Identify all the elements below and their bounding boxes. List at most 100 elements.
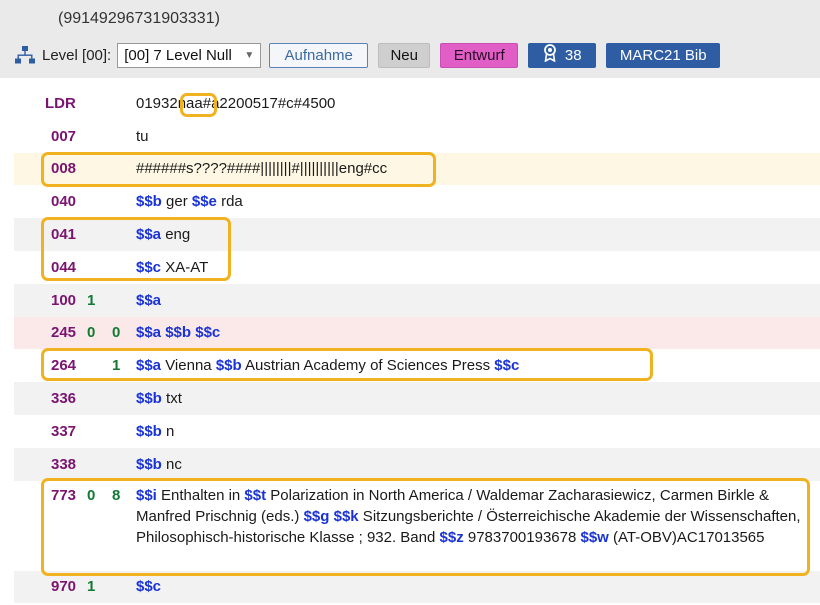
field-content[interactable]: $$c <box>136 578 161 595</box>
subfield-code: $$k <box>333 507 359 525</box>
marc-row-041[interactable]: 041 $$a eng <box>14 218 820 251</box>
marc-row-245[interactable]: 245 0 0 $$a $$b $$c <box>14 316 820 350</box>
field-tag: 773 <box>51 486 77 504</box>
marc-row-336[interactable]: 336 $$b txt <box>14 382 820 415</box>
field-content[interactable]: tu <box>136 128 149 145</box>
subfield-value: Enthalten in <box>156 486 245 504</box>
level-label: Level [00]: <box>42 46 112 64</box>
subfield-value: tu <box>136 127 149 145</box>
field-content[interactable]: $$a $$b $$c <box>136 324 220 341</box>
subfield-value: ger <box>161 193 192 211</box>
entwurf-button[interactable]: Entwurf <box>440 42 519 68</box>
record-header: (99149296731903331) Level [00]: [00] 7 L… <box>0 0 820 78</box>
subfield-value: 9783700193678 <box>463 528 581 546</box>
field-tag: 336 <box>51 390 77 408</box>
subfield-code: $$i <box>136 486 157 504</box>
field-tag: 041 <box>51 226 77 244</box>
field-content[interactable]: 01932naa#a2200517#c#4500 <box>136 95 335 112</box>
marc-row-008[interactable]: 008 ######s????####||||||||#||||||||||en… <box>14 152 820 186</box>
marc-row-970[interactable]: 970 1 $$c <box>14 570 820 604</box>
marc-row-264[interactable]: 264 1 $$a Vienna $$b Austrian Academy of… <box>14 349 820 382</box>
subfield-value: txt <box>161 390 182 408</box>
field-tag: LDR <box>45 94 76 112</box>
field-tag: 970 <box>51 578 77 596</box>
award-count: 38 <box>564 46 582 64</box>
subfield-code: $$a <box>136 291 162 309</box>
level-select-value: [00] 7 Level Null <box>124 46 232 64</box>
subfield-code: $$w <box>580 528 609 546</box>
subfield-code: $$c <box>136 578 162 596</box>
marc-row-337[interactable]: 337 $$b n <box>14 415 820 448</box>
field-content[interactable]: $$a <box>136 292 161 309</box>
chevron-down-icon: ▼ <box>244 49 255 61</box>
subfield-value: 01932naa#a2200517#c#4500 <box>136 94 336 112</box>
field-tag: 338 <box>51 455 77 473</box>
marc-row-044[interactable]: 044 $$c XA-AT <box>14 251 820 284</box>
subfield-code: $$e <box>191 193 217 211</box>
subfield-code: $$z <box>439 528 464 546</box>
field-content[interactable]: $$a Vienna $$b Austrian Academy of Scien… <box>136 357 519 374</box>
subfield-code: $$b <box>136 193 162 211</box>
field-tag: 337 <box>51 422 77 440</box>
subfield-code: $$g <box>303 507 330 525</box>
field-indicator-2: 1 <box>112 357 121 375</box>
level-select[interactable]: [00] 7 Level Null ▼ <box>117 42 262 68</box>
subfield-value: (AT-OBV)AC17013565 <box>608 528 765 546</box>
subfield-value: Vienna <box>161 357 216 375</box>
marc-row-040[interactable]: 040 $$b ger $$e rda <box>14 185 820 218</box>
field-indicator-1: 1 <box>87 578 96 596</box>
marc-row-338[interactable]: 338 $$b nc <box>14 447 820 481</box>
record-id: (99149296731903331) <box>58 10 220 27</box>
field-indicator-1: 0 <box>87 324 96 342</box>
record-toolbar: Level [00]: [00] 7 Level Null ▼ Aufnahme… <box>14 42 730 68</box>
subfield-value: n <box>161 422 175 440</box>
subfield-value: rda <box>216 193 243 211</box>
field-content[interactable]: $$b n <box>136 423 174 440</box>
field-tag: 040 <box>51 193 77 211</box>
subfield-code: $$t <box>244 486 267 504</box>
field-tag: 044 <box>51 258 77 276</box>
marc21-bib-button[interactable]: MARC21 Bib <box>606 42 721 68</box>
subfield-code: $$b <box>215 357 242 375</box>
field-content[interactable]: $$b nc <box>136 456 182 473</box>
field-content[interactable]: ######s????####||||||||#||||||||||eng#cc <box>136 160 387 177</box>
subfield-code: $$a <box>136 357 162 375</box>
marc-row-ldr[interactable]: LDR 01932naa#a2200517#c#4500 <box>14 87 820 120</box>
award-icon <box>543 44 557 66</box>
hierarchy-icon[interactable] <box>14 44 36 66</box>
subfield-code: $$a <box>136 226 162 244</box>
subfield-value: XA-AT <box>161 258 209 276</box>
field-tag: 007 <box>51 127 77 145</box>
field-indicator-1: 0 <box>87 486 96 504</box>
aufnahme-button[interactable]: Aufnahme <box>269 42 369 68</box>
subfield-value: eng <box>161 226 191 244</box>
field-tag: 008 <box>51 160 77 178</box>
marc-row-773[interactable]: 773 0 8 $$i Enthalten in $$t Polarizatio… <box>14 481 820 571</box>
subfield-value: nc <box>161 455 182 473</box>
field-content[interactable]: $$b txt <box>136 390 182 407</box>
field-indicator-2: 8 <box>112 486 121 504</box>
marc-row-007[interactable]: 007 tu <box>14 120 820 153</box>
award-count-button[interactable]: 38 <box>528 42 597 68</box>
subfield-code: $$b <box>136 455 162 473</box>
subfield-code: $$b <box>136 390 162 408</box>
subfield-value: Austrian Academy of Sciences Press <box>241 357 495 375</box>
subfield-value: ######s????####||||||||#||||||||||eng#cc <box>136 160 388 178</box>
subfield-code: $$c <box>136 258 162 276</box>
subfield-code: $$b <box>165 324 192 342</box>
subfield-code: $$a <box>136 324 162 342</box>
marc-field-list: LDR 01932naa#a2200517#c#4500 007 tu 008 … <box>14 87 820 604</box>
subfield-code: $$c <box>494 357 520 375</box>
subfield-code: $$b <box>136 422 162 440</box>
field-content[interactable]: $$a eng <box>136 226 190 243</box>
field-indicator-1: 1 <box>87 291 96 309</box>
field-content[interactable]: $$b ger $$e rda <box>136 193 243 210</box>
field-tag: 264 <box>51 357 77 375</box>
field-tag: 100 <box>51 291 77 309</box>
neu-button[interactable]: Neu <box>378 42 431 68</box>
marc-row-100[interactable]: 100 1 $$a <box>14 283 820 317</box>
field-content[interactable]: $$i Enthalten in $$t Polarization in Nor… <box>136 485 804 548</box>
field-indicator-2: 0 <box>112 324 121 342</box>
field-content[interactable]: $$c XA-AT <box>136 259 208 276</box>
subfield-code: $$c <box>195 324 221 342</box>
